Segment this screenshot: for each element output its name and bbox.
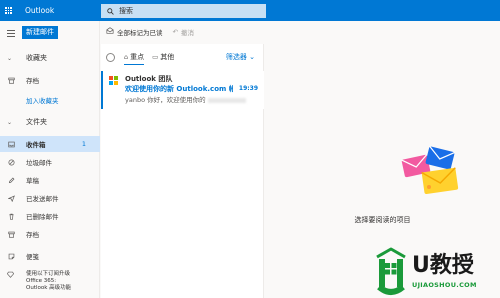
chevron-down-icon: ⌄ xyxy=(249,53,255,61)
sidebar-item-junk[interactable]: 垃圾邮件 xyxy=(0,154,100,170)
note-icon xyxy=(7,252,15,260)
message-time: 19:39 xyxy=(238,85,258,92)
folders-label: 文件夹 xyxy=(26,118,47,126)
microsoft-logo-icon xyxy=(109,76,118,85)
tab-label: 其他 xyxy=(160,53,175,61)
favorite-item-label: 存档 xyxy=(26,77,39,85)
hamburger-menu-icon[interactable] xyxy=(7,30,15,39)
tab-focused[interactable]: ⌂ 重点 xyxy=(124,44,145,70)
filter-dropdown[interactable]: 筛选器 ⌄ xyxy=(226,52,255,62)
undo-icon: ↶ xyxy=(172,27,178,36)
sidebar-item-label: 已删除邮件 xyxy=(26,213,59,221)
diamond-icon xyxy=(6,271,15,292)
favorites-label: 收藏夹 xyxy=(26,54,47,62)
blurred-text xyxy=(207,97,246,103)
sidebar-item-label: 存档 xyxy=(26,231,39,239)
tab-label: 重点 xyxy=(130,53,145,61)
sidebar-item-deleted[interactable]: 已删除邮件 xyxy=(0,208,100,224)
tab-other[interactable]: ▭ 其他 xyxy=(152,44,174,70)
sidebar-item-inbox[interactable]: 收件箱 1 xyxy=(0,136,100,152)
message-subject: 欢迎使用你的新 Outlook.com 帐户 xyxy=(125,85,233,93)
sidebar-item-sent[interactable]: 已发送邮件 xyxy=(0,190,100,206)
favorites-section-header[interactable]: ⌄ 收藏夹 xyxy=(0,50,100,66)
mark-all-read-label: 全部标记为已读 xyxy=(117,28,163,37)
chevron-down-icon: ⌄ xyxy=(7,118,13,126)
reading-pane-empty-text: 选择要阅读的项目 xyxy=(354,216,411,224)
favorite-item-archive[interactable]: 存档 xyxy=(0,72,100,88)
new-mail-button[interactable]: 新建邮件 xyxy=(22,26,58,39)
promo-line-1: 使用以下订阅升级 xyxy=(26,271,71,277)
sidebar-item-notes[interactable]: 便笺 xyxy=(0,248,100,264)
sidebar-item-label: 收件箱 xyxy=(26,141,46,149)
undo-label: 撤消 xyxy=(180,28,194,37)
watermark: U教授 UJIAOSHOU.COM xyxy=(374,241,500,298)
inbox-icon xyxy=(7,140,15,148)
message-preview-text: yanbo 你好，欢迎使用你的 xyxy=(125,96,206,104)
other-icon: ▭ xyxy=(152,53,159,61)
message-preview: yanbo 你好，欢迎使用你的 xyxy=(125,94,246,104)
search-box[interactable]: 搜索 xyxy=(101,4,266,18)
archive-icon xyxy=(7,76,15,84)
promo-line-3: Outlook 高级功能 xyxy=(26,285,72,291)
top-bar: Outlook 搜索 xyxy=(0,0,500,21)
search-input[interactable]: 搜索 xyxy=(119,6,133,16)
send-icon xyxy=(7,194,15,202)
sidebar-item-label: 草稿 xyxy=(26,177,39,185)
app-launcher-button[interactable] xyxy=(0,0,17,21)
folder-pane: 新建邮件 ⌄ 收藏夹 存档 加入收藏夹 ⌄ 文件夹 收件箱 1 垃圾邮件 草稿 xyxy=(0,21,100,298)
app-title[interactable]: Outlook xyxy=(25,6,95,15)
promo-line-2: Office 365: xyxy=(26,278,57,284)
filter-label: 筛选器 xyxy=(225,53,247,61)
pencil-icon xyxy=(7,176,15,184)
sidebar-item-label: 垃圾邮件 xyxy=(26,159,52,167)
folders-section-header[interactable]: ⌄ 文件夹 xyxy=(0,114,100,130)
search-icon xyxy=(107,7,114,15)
add-favorite-link[interactable]: 加入收藏夹 xyxy=(26,95,59,105)
sidebar-item-drafts[interactable]: 草稿 xyxy=(0,172,100,188)
upgrade-promo[interactable]: 使用以下订阅升级 Office 365: Outlook 高级功能 xyxy=(0,271,100,292)
sidebar-item-label: 已发送邮件 xyxy=(26,195,59,203)
sidebar-item-label: 便笺 xyxy=(26,253,39,261)
unread-count-badge: 1 xyxy=(81,140,86,148)
archive-icon xyxy=(7,230,15,238)
command-bar: 全部标记为已读 ↶ 撤消 xyxy=(101,21,500,42)
message-sender: Outlook 团队 xyxy=(125,75,173,83)
list-item[interactable]: Outlook 团队 欢迎使用你的新 Outlook.com 帐户 19:39 … xyxy=(101,71,264,109)
trash-icon xyxy=(7,212,15,220)
watermark-url: UJIAOSHOU.COM xyxy=(412,281,477,289)
select-all-checkbox[interactable] xyxy=(106,52,115,62)
message-list-header: ⌂ 重点 ▭ 其他 筛选器 ⌄ xyxy=(101,44,263,70)
watermark-brand: U教授 xyxy=(412,253,474,278)
message-list: ⌂ 重点 ▭ 其他 筛选器 ⌄ Outlook 团队 欢迎使用你的新 Outlo… xyxy=(101,44,264,298)
chevron-down-icon: ⌄ xyxy=(7,54,13,62)
junk-icon xyxy=(7,158,15,166)
envelopes-illustration xyxy=(401,145,459,195)
focused-icon: ⌂ xyxy=(124,53,129,61)
sidebar-item-archive[interactable]: 存档 xyxy=(0,226,100,242)
open-envelope-icon xyxy=(106,27,114,36)
mark-all-read-button[interactable]: 全部标记为已读 xyxy=(106,27,163,37)
undo-button[interactable]: ↶ 撤消 xyxy=(173,27,194,37)
waffle-icon xyxy=(5,7,12,14)
